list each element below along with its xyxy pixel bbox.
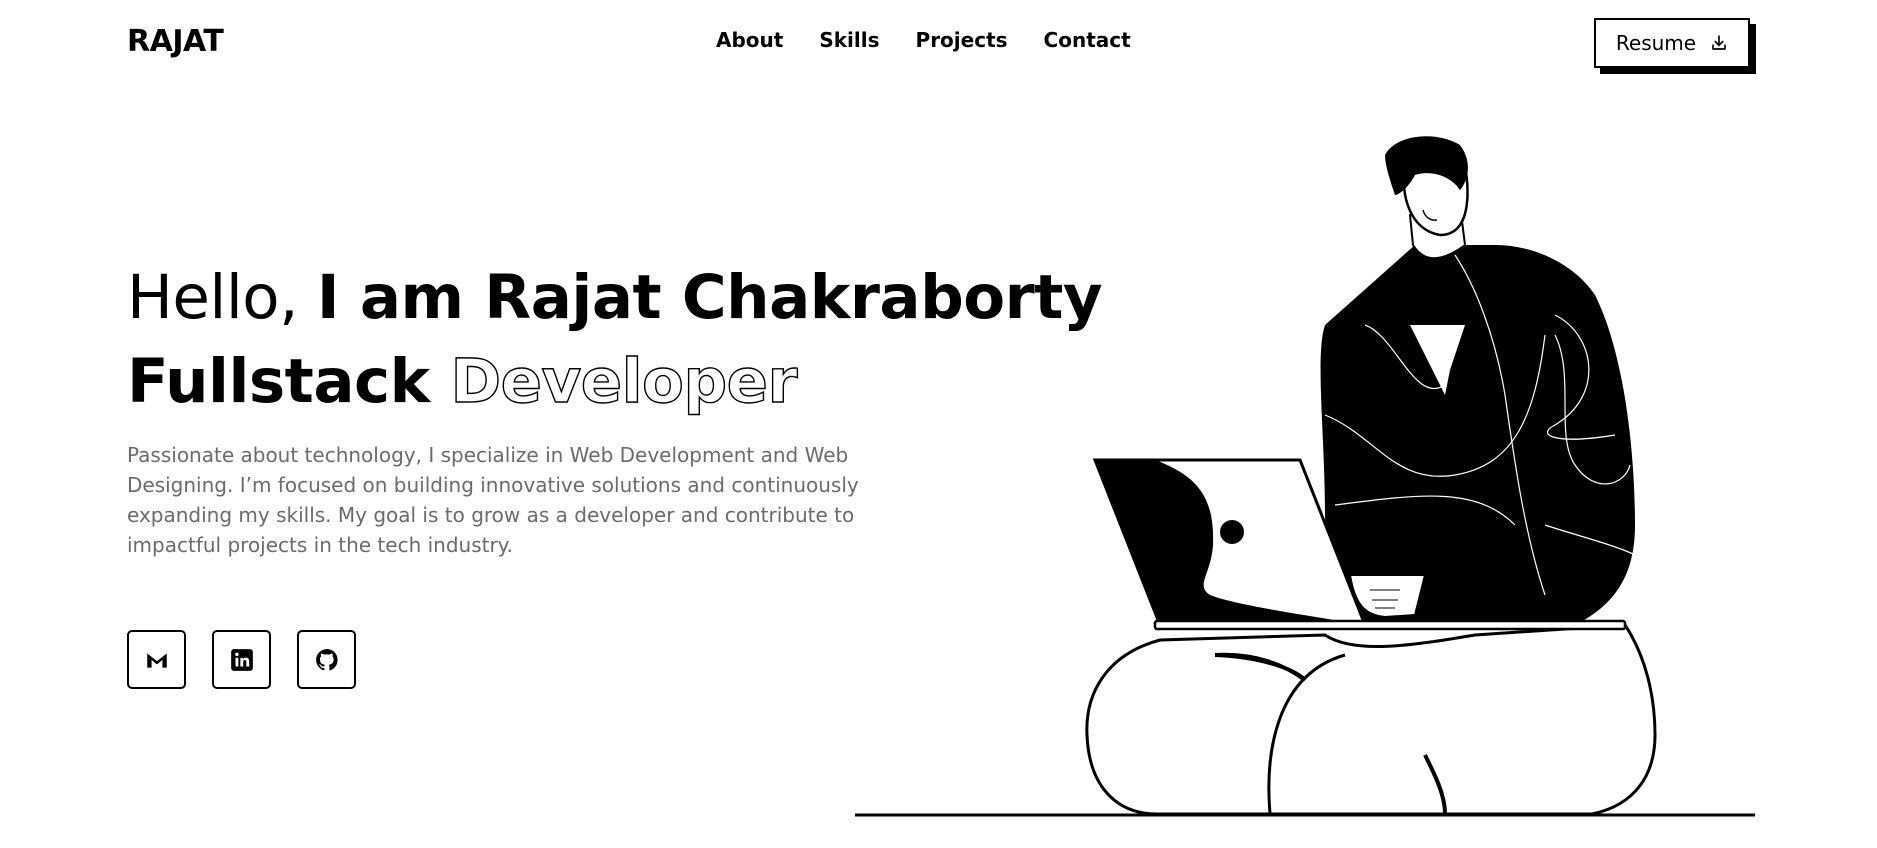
site-header: RAJAT About Skills Projects Contact Resu…: [0, 0, 1877, 84]
github-link[interactable]: [297, 630, 356, 689]
nav-projects[interactable]: Projects: [916, 28, 1008, 52]
torso-shape: [1320, 245, 1636, 625]
greeting-text: Hello,: [127, 262, 299, 333]
hero-description: Passionate about technology, I specializ…: [127, 443, 859, 557]
main-nav: About Skills Projects Contact: [716, 28, 1131, 52]
nav-about[interactable]: About: [716, 28, 783, 52]
download-icon: [1712, 35, 1726, 50]
nav-contact[interactable]: Contact: [1044, 28, 1131, 52]
legs-shape: [1085, 623, 1657, 816]
resume-label: Resume: [1615, 31, 1697, 55]
resume-download-button[interactable]: Resume: [1594, 18, 1750, 68]
role-outline-text: Developer: [450, 345, 798, 417]
linkedin-link[interactable]: [212, 630, 271, 689]
developer-illustration: [855, 136, 1755, 817]
github-icon: [315, 648, 338, 670]
linkedin-icon: [230, 648, 253, 671]
gmail-link[interactable]: [127, 630, 186, 689]
social-links: [127, 630, 356, 689]
head-shape: [1385, 136, 1469, 260]
nav-skills[interactable]: Skills: [819, 28, 879, 52]
gmail-icon: [146, 653, 167, 668]
role-solid-text: Fullstack: [127, 346, 430, 417]
site-logo[interactable]: RAJAT: [127, 24, 224, 59]
